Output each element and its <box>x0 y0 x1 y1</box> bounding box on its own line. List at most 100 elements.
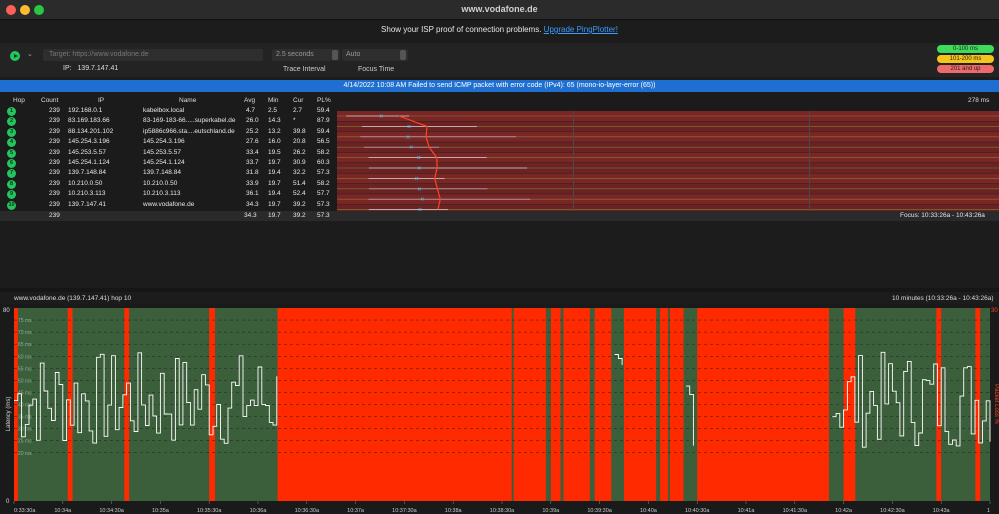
trace-avg-marker: × <box>417 186 421 193</box>
table-row[interactable]: 8 239 10.210.0.50 10.210.0.50 33.9 19.7 51.4 58… <box>0 179 337 189</box>
table-row[interactable]: 3 239 88.134.201.102 ip5886c966.sta....euts… <box>0 127 337 137</box>
cell-pl: 87.9 <box>317 117 330 125</box>
promo-text: Show your ISP proof of connection proble… <box>381 25 542 34</box>
trace-avg-marker: × <box>415 176 419 183</box>
toolbar: ⌄ Target: https://www.vodafone.de IP: 13… <box>0 43 999 77</box>
trace-avg-marker: × <box>406 134 410 141</box>
ms-tick-label: 55 ms <box>18 366 32 372</box>
play-icon[interactable] <box>10 51 20 61</box>
trace-avg-marker: × <box>417 155 421 162</box>
summary-cur: 39.2 <box>293 212 306 219</box>
summary-count: 239 <box>49 212 60 219</box>
ms-tick-label: 35 ms <box>18 415 32 421</box>
x-tick-label: 10:39:30a <box>587 508 612 514</box>
pane-splitter[interactable] <box>0 288 999 292</box>
trace-interval-select[interactable]: 2.5 seconds <box>272 49 340 61</box>
cell-min: 19.7 <box>268 159 281 166</box>
cell-cur: 26.2 <box>293 148 306 156</box>
chevron-down-icon[interactable]: ⌄ <box>27 50 33 58</box>
table-row[interactable]: 1 239 192.168.0.1 kabelbox.local 4.7 2.5 2.7 59… <box>0 106 337 116</box>
x-tick-label: 1 <box>987 508 990 514</box>
trace-chart: ×××××××××× <box>337 111 999 211</box>
upgrade-link[interactable]: Upgrade PingPlotter! <box>544 25 618 34</box>
summary-pl: 57.3 <box>317 212 330 219</box>
trace-divider <box>809 111 810 211</box>
cell-count: 239 <box>49 190 60 198</box>
ip-readout: IP: 139.7.147.41 <box>63 65 118 72</box>
table-row[interactable]: 9 239 10.210.3.113 10.210.3.113 36.1 19.4 52.4… <box>0 189 337 200</box>
cell-min: 19.7 <box>268 200 281 208</box>
x-tick-label: 10:40:30a <box>685 508 710 514</box>
col-ip[interactable]: IP <box>98 97 104 104</box>
col-avg[interactable]: Avg <box>244 97 255 104</box>
window-title: www.vodafone.de <box>461 4 538 14</box>
focus-stepper-icon[interactable] <box>400 50 406 60</box>
latency-timeline-chart: 75 ms70 ms65 ms60 ms55 ms50 ms45 ms40 ms… <box>0 304 999 514</box>
cell-avg: 36.1 <box>246 190 259 198</box>
hop-number-badge: 5 <box>7 148 16 158</box>
cell-count: 239 <box>49 159 60 166</box>
table-row[interactable]: 10 239 139.7.147.41 www.vodafone.de 34.3 19.7… <box>0 200 337 210</box>
cell-cur: 30.9 <box>293 159 306 166</box>
cell-min: 19.4 <box>268 190 281 198</box>
cell-ip: 83.169.183.66 <box>68 117 110 125</box>
trace-avg-marker: × <box>420 197 424 204</box>
table-row[interactable]: 6 239 145.254.1.124 145.254.1.124 33.7 19.7 30… <box>0 158 337 168</box>
graph-range[interactable]: 10 minutes (10:33:26a - 10:43:26a) <box>892 295 994 302</box>
trace-avg-marker: × <box>379 114 383 121</box>
cell-avg: 33.7 <box>246 159 259 166</box>
y-axis-right-title: Packet Loss % <box>993 384 999 424</box>
cell-cur: 20.8 <box>293 138 306 146</box>
target-input[interactable]: Target: https://www.vodafone.de <box>43 49 263 61</box>
cell-min: 19.4 <box>268 169 281 177</box>
interval-stepper-icon[interactable] <box>332 50 338 60</box>
trace-avg-marker: × <box>409 145 413 152</box>
hop-table: Hop Count IP Name Avg Min Cur PL% 278 ms… <box>0 94 999 221</box>
cell-name: 145.254.3.196 <box>143 138 185 146</box>
cell-name: 145.254.1.124 <box>143 159 185 166</box>
cell-ip: 145.254.1.124 <box>68 159 110 166</box>
cell-avg: 4.7 <box>246 107 256 114</box>
cell-pl: 59.4 <box>317 127 330 135</box>
ms-tick-label: 20 ms <box>18 451 32 457</box>
col-count[interactable]: Count <box>41 97 58 104</box>
focus-time-label: Focus Time <box>358 66 395 73</box>
cell-count: 239 <box>49 148 60 156</box>
cell-cur: 2.7 <box>293 107 303 114</box>
cell-count: 239 <box>49 200 60 208</box>
y-max-label: 80 <box>3 308 10 314</box>
legend-low: 0-100 ms <box>937 45 994 53</box>
trace-interval-label: Trace Interval <box>283 66 326 73</box>
x-tick-label: 10:42a <box>835 508 853 514</box>
table-row[interactable]: 4 239 145.254.3.196 145.254.3.196 27.6 16.0 20… <box>0 137 337 148</box>
cell-cur: 52.4 <box>293 190 306 198</box>
legend-mid: 101-200 ms <box>937 55 994 63</box>
y-right-max-label: 30 <box>991 308 998 314</box>
cell-cur: 39.8 <box>293 127 306 135</box>
cell-pl: 58.2 <box>317 179 330 187</box>
focus-time-select[interactable]: Auto <box>342 49 408 61</box>
col-min[interactable]: Min <box>268 97 278 104</box>
x-tick-label: 10:37a <box>347 508 365 514</box>
trace-divider <box>573 111 574 211</box>
x-tick-label: 10:42:30a <box>880 508 905 514</box>
x-tick-label: 10:39a <box>542 508 560 514</box>
promo-banner: Show your ISP proof of connection proble… <box>0 25 999 39</box>
x-tick-label: 10:35:30a <box>197 508 222 514</box>
table-row[interactable]: 5 239 145.253.5.57 145.253.5.57 33.4 19.5 26.2… <box>0 148 337 158</box>
cell-name: ip5886c966.sta....eutschland.de <box>143 127 235 135</box>
x-tick-label: 0:33:30a <box>14 508 36 514</box>
table-row[interactable]: 7 239 139.7.148.84 139.7.148.84 31.8 19.4 32.2… <box>0 168 337 179</box>
x-tick-label: 10:41:30a <box>783 508 808 514</box>
hop-number-badge: 3 <box>7 127 16 137</box>
cell-cur: 39.2 <box>293 200 306 208</box>
cell-ip: 139.7.147.41 <box>68 200 106 208</box>
col-pl[interactable]: PL% <box>317 97 331 104</box>
focus-range: Focus: 10:33:26a - 10:43:26a <box>900 212 985 219</box>
col-cur[interactable]: Cur <box>293 97 303 104</box>
cell-avg: 31.8 <box>246 169 259 177</box>
col-hop[interactable]: Hop <box>13 97 25 104</box>
cell-min: 19.5 <box>268 148 281 156</box>
table-row[interactable]: 2 239 83.169.183.66 83-169-183-66.....super… <box>0 116 337 127</box>
col-name[interactable]: Name <box>179 97 196 104</box>
